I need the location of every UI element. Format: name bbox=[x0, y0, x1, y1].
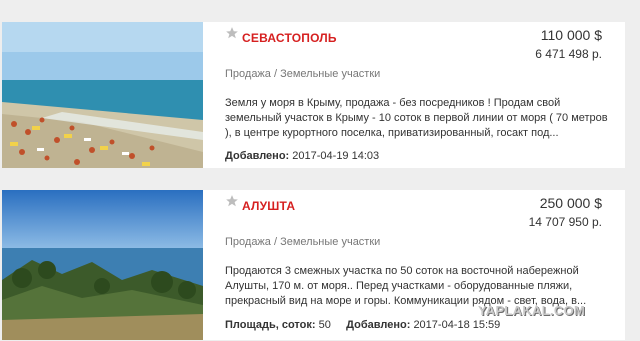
listing-city-link[interactable]: АЛУШТА bbox=[242, 199, 295, 213]
beach-photo bbox=[2, 22, 203, 168]
added-label: Добавлено: bbox=[225, 150, 290, 162]
listing-city-link[interactable]: СЕВАСТОПОЛЬ bbox=[242, 31, 337, 45]
listing-description: Земля у моря в Крыму, продажа - без поср… bbox=[225, 97, 608, 139]
watermark: YAPLAKAL.COM bbox=[478, 303, 586, 318]
listing-thumbnail[interactable] bbox=[2, 190, 203, 340]
price-rub: 6 471 498 р. bbox=[535, 47, 602, 61]
star-icon[interactable] bbox=[225, 26, 239, 40]
listing-card[interactable]: СЕВАСТОПОЛЬ 110 000 $ 6 471 498 р. Прода… bbox=[2, 22, 625, 168]
sea-hillside-photo bbox=[2, 190, 203, 340]
listing-body: СЕВАСТОПОЛЬ 110 000 $ 6 471 498 р. Прода… bbox=[222, 22, 625, 168]
star-icon[interactable] bbox=[225, 194, 239, 208]
added-label: Добавлено: bbox=[346, 319, 411, 331]
listing-added: Добавлено: 2017-04-19 14:03 bbox=[225, 150, 379, 162]
listing-area-added: Площадь, соток: 50 Добавлено: 2017-04-18… bbox=[225, 319, 500, 331]
added-value: 2017-04-18 15:59 bbox=[413, 319, 501, 331]
area-label: Площадь, соток: bbox=[225, 319, 316, 331]
added-value: 2017-04-19 14:03 bbox=[292, 150, 380, 162]
price-usd: 250 000 $ bbox=[539, 195, 602, 211]
listing-category: Продажа / Земельные участки bbox=[225, 68, 381, 80]
listing-category: Продажа / Земельные участки bbox=[225, 236, 381, 248]
price-rub: 14 707 950 р. bbox=[528, 215, 602, 229]
listing-thumbnail[interactable] bbox=[2, 22, 203, 168]
price-usd: 110 000 $ bbox=[540, 27, 602, 43]
area-value: 50 bbox=[318, 319, 331, 331]
